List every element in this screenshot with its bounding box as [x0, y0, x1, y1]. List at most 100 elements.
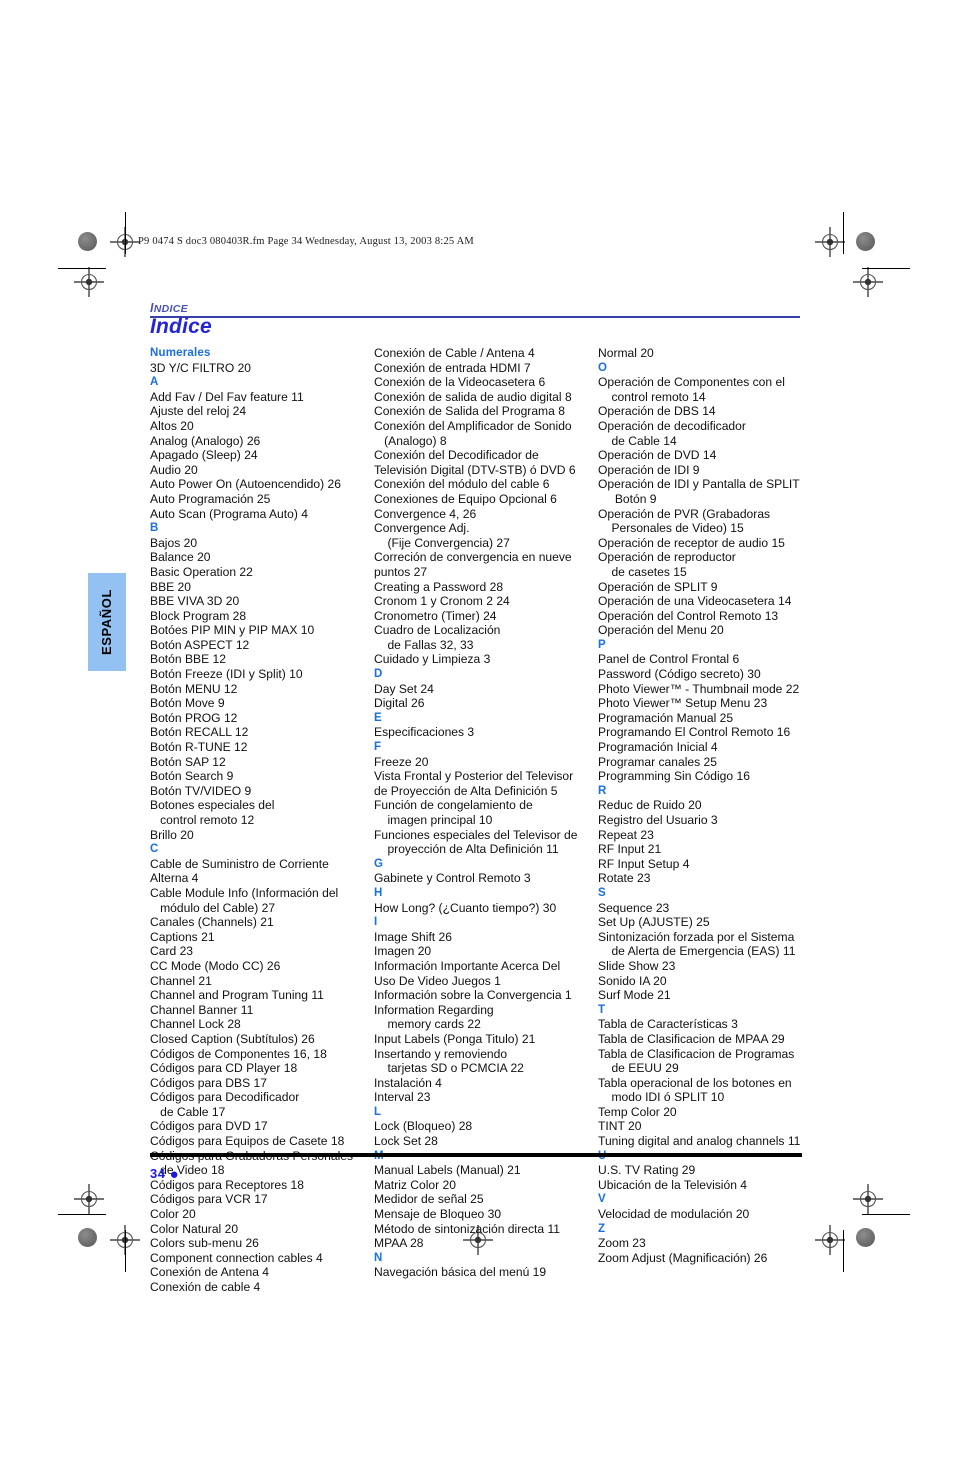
index-entry: BBE VIVA 3D 20 [150, 594, 240, 609]
index-letter-heading: N [374, 1251, 383, 1264]
index-letter-heading: H [374, 886, 383, 899]
registration-dot-top-left [78, 232, 97, 251]
index-entry: Zoom 23 [598, 1236, 646, 1251]
index-entry: Conexión del Decodificador de Televisión… [374, 448, 576, 477]
index-entry: Operación de decodificador de Cable 14 [598, 418, 746, 448]
index-entry: Mensaje de Bloqueo 30 [374, 1207, 502, 1222]
index-entry: RF Input Setup 4 [598, 856, 690, 871]
index-entry: Cronometro (Timer) 24 [374, 608, 497, 623]
index-entry: Altos 20 [150, 418, 194, 433]
index-entry: Botón Move 9 [150, 696, 225, 711]
crop-rule-top-right-vertical [843, 212, 845, 254]
index-entry: Digital 26 [374, 696, 425, 711]
index-entry: Password (Código secreto) 30 [598, 667, 761, 682]
index-entry: Apagado (Sleep) 24 [150, 448, 258, 463]
registration-target-left-lower [74, 1184, 104, 1214]
crop-rule-left-horizontal-top [58, 268, 106, 270]
index-letter-heading: V [598, 1193, 606, 1206]
index-entry: Botón Search 9 [150, 769, 234, 784]
section-kicker: INDICE [150, 301, 188, 315]
index-entry: Channel 21 [150, 973, 212, 988]
file-stamp-text: P9 0474 S doc3 080403R.fm Page 34 Wednes… [138, 236, 474, 247]
index-entry: Botones especiales del control remoto 12 [150, 798, 275, 827]
index-entry: Rotate 23 [598, 871, 651, 886]
index-entry: Repeat 23 [598, 827, 654, 842]
index-entry: Card 23 [150, 944, 194, 959]
index-entry: Programación Manual 25 [598, 710, 734, 725]
index-entry: Correción de convergencia en nueve punto… [374, 550, 572, 579]
index-entry: Botón R-TUNE 12 [150, 740, 248, 755]
index-entry: Sintonización forzada por el Sistema de … [598, 929, 796, 959]
index-entry: Auto Power On (Autoencendido) 26 [150, 477, 341, 492]
index-entry: Conexión de cable 4 [150, 1280, 261, 1294]
index-entry: Tabla de Características 3 [598, 1017, 738, 1032]
index-entry: TINT 20 [598, 1119, 642, 1134]
index-entry: 3D Y/C FILTRO 20 [150, 360, 252, 375]
index-entry: Analog (Analogo) 26 [150, 433, 261, 448]
index-entry: BBE 20 [150, 579, 192, 594]
index-entry: Channel Lock 28 [150, 1017, 241, 1032]
index-entry: Botón MENU 12 [150, 681, 238, 696]
section-kicker-rule [150, 316, 800, 318]
index-letter-heading: E [374, 711, 382, 724]
index-entry: Medidor de señal 25 [374, 1192, 484, 1207]
registration-dot-bottom-right [856, 1228, 875, 1247]
index-entry: Cronom 1 y Cronom 2 24 [374, 594, 510, 609]
language-tab-label: ESPAÑOL [99, 588, 114, 656]
footer-rule [150, 1153, 802, 1157]
index-entry: Operación de una Videocasetera 14 [598, 594, 792, 609]
index-entry: Operación de DBS 14 [598, 404, 716, 419]
registration-dot-bottom-left [78, 1228, 97, 1247]
index-entry: Slide Show 23 [598, 958, 676, 973]
index-entry: Input Labels (Ponga Titulo) 21 [374, 1031, 536, 1046]
index-entry: Botóes PIP MIN y PIP MAX 10 [150, 623, 315, 638]
index-entry: Velocidad de modulación 20 [598, 1207, 750, 1222]
index-entry: Botón ASPECT 12 [150, 637, 250, 652]
index-entry: Captions 21 [150, 929, 215, 944]
index-letter-heading: S [598, 886, 606, 899]
index-entry: Lock (Bloqueo) 28 [374, 1119, 473, 1134]
index-entry: Códigos para DVD 17 [150, 1119, 268, 1134]
index-entry: Vista Frontal y Posterior del Televisor … [374, 769, 574, 798]
index-entry: Navegación básica del menú 19 [374, 1265, 547, 1280]
index-entry: Operación del Menu 20 [598, 623, 724, 638]
index-entry: Add Fav / Del Fav feature 11 [150, 389, 304, 404]
index-letter-heading: I [374, 916, 378, 929]
page-folio: 34 ● [150, 1166, 179, 1182]
index-entry: Information Regarding memory cards 22 [374, 1002, 494, 1032]
index-entry: Set Up (AJUSTE) 25 [598, 915, 710, 930]
index-letter-heading: G [374, 857, 384, 870]
index-entry: Surf Mode 21 [598, 988, 671, 1003]
index-entry: Códigos para Decodificador de Cable 17 [150, 1090, 300, 1119]
index-entry: Botón PROG 12 [150, 710, 238, 725]
index-entry: Sonido IA 20 [598, 973, 667, 988]
section-kicker-rest: NDICE [153, 303, 188, 315]
index-entry: Botón RECALL 12 [150, 725, 249, 740]
index-letter-heading: A [150, 376, 159, 389]
index-letter-heading: P [598, 638, 606, 651]
index-entry: Método de sintonización directa 11 [374, 1221, 560, 1236]
folio-number: 34 [150, 1166, 166, 1181]
index-entry: Tabla de Clasificacion de MPAA 29 [598, 1031, 785, 1046]
crop-rule-left-horizontal-bottom [58, 1214, 106, 1216]
language-tab-espanol: ESPAÑOL [88, 573, 126, 671]
registration-target-right-upper [853, 267, 883, 297]
index-entry: Conexión de la Videocasetera 6 [374, 375, 546, 390]
index-entry: Auto Programación 25 [150, 491, 271, 506]
index-entry: Gabinete y Control Remoto 3 [374, 871, 531, 886]
index-letter-heading: Numerales [150, 347, 211, 359]
index-entry: Tabla operacional de los botones en modo… [598, 1075, 792, 1105]
index-entry: Manual Labels (Manual) 21 [374, 1163, 521, 1178]
index-entry: Operación del Control Remoto 13 [598, 608, 779, 623]
crop-rule-bottom-right-vertical [843, 1230, 845, 1272]
index-entry: Normal 20 [598, 346, 654, 360]
index-entry: Interval 23 [374, 1090, 431, 1105]
index-entry: Operación de receptor de audio 15 [598, 535, 785, 550]
index-entry: Bajos 20 [150, 535, 198, 550]
index-entry: Audio 20 [150, 462, 198, 477]
index-letter-heading: D [374, 668, 383, 681]
crop-rule-bottom-left-vertical [125, 1230, 127, 1272]
index-entry: Códigos de Componentes 16, 18 [150, 1046, 327, 1061]
index-entry: Botón SAP 12 [150, 754, 226, 769]
index-entry: Color Natural 20 [150, 1221, 239, 1236]
